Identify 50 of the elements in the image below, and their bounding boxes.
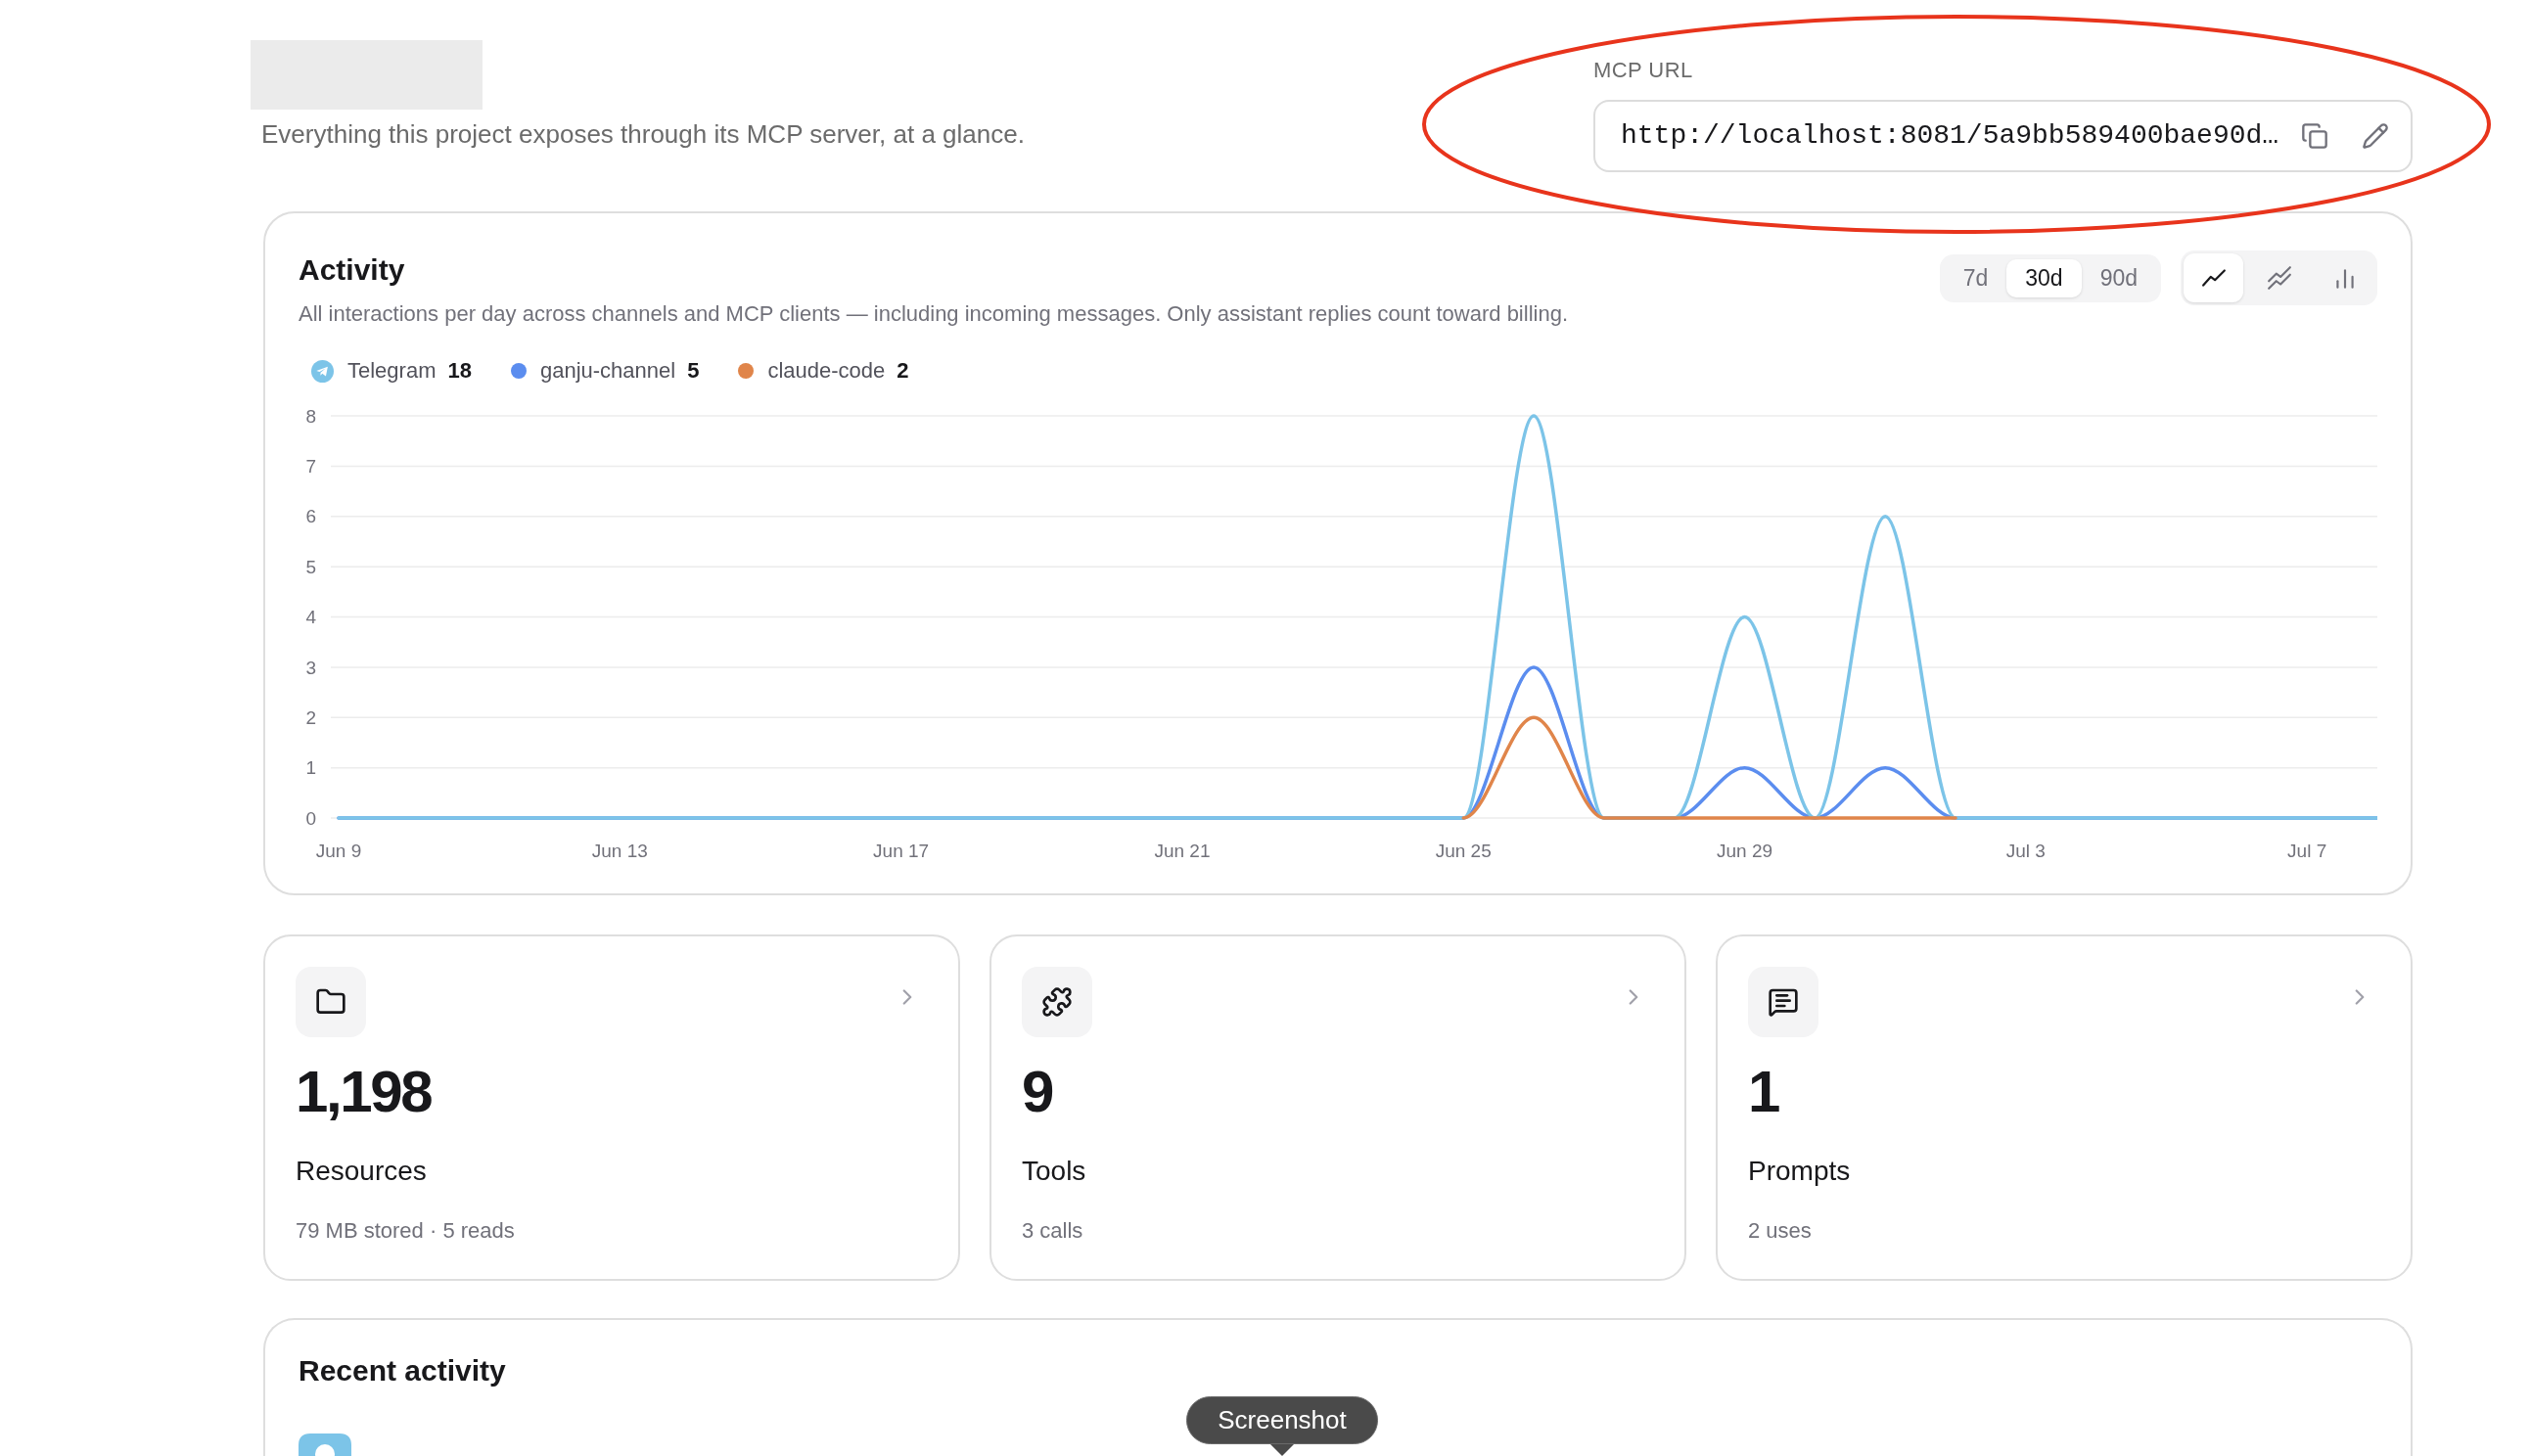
stat-detail: 2 uses — [1748, 1217, 1812, 1245]
stat-card[interactable]: 9 Tools 3 calls — [989, 934, 1686, 1281]
range-tab[interactable]: 7d — [1944, 258, 2007, 297]
stat-value: 1 — [1748, 1063, 1778, 1121]
x-axis-label: Jun 9 — [315, 840, 362, 861]
puzzle-icon — [1022, 967, 1092, 1037]
dual-line-icon — [2266, 265, 2292, 291]
url-field[interactable]: http://localhost:8081/5a9bb589400bae90d… — [1593, 100, 2413, 172]
x-axis-label: Jun 21 — [1154, 840, 1211, 861]
legend-label: Telegram — [347, 357, 437, 385]
card-description: All interactions per day across channels and MCP clients — including incoming messages. Only assistant replies count toward billing. — [299, 300, 1568, 328]
y-axis-label: 5 — [305, 556, 316, 577]
range-tab[interactable]: 90d — [2081, 258, 2156, 297]
y-axis-label: 7 — [305, 456, 316, 477]
stat-value: 1,198 — [296, 1063, 432, 1121]
y-axis-label: 4 — [305, 607, 316, 628]
stat-card[interactable]: 1 Prompts 2 uses — [1716, 934, 2413, 1281]
stat-detail: 3 calls — [1022, 1217, 1083, 1245]
legend-label: ganju-channel — [539, 357, 676, 385]
card-title: Recent activity — [299, 1353, 506, 1388]
x-axis-label: Jul 7 — [2287, 840, 2327, 861]
y-axis-label: 8 — [305, 405, 316, 427]
legend-count: 18 — [447, 357, 472, 385]
stat-detail: 79 MB stored · 5 reads — [296, 1217, 515, 1245]
page-subtitle: Everything this project exposes through its MCP server, at a glance. — [261, 119, 1025, 150]
y-axis-label: 1 — [305, 757, 316, 779]
stat-value: 9 — [1022, 1063, 1052, 1121]
x-axis-label: Jun 17 — [873, 840, 930, 861]
stat-card[interactable]: 1,198 Resources 79 MB stored · 5 reads — [263, 934, 960, 1281]
stat-label: Prompts — [1748, 1155, 1851, 1188]
y-axis-label: 0 — [305, 807, 316, 829]
message-icon — [1748, 967, 1818, 1037]
field-label: MCP URL — [1593, 59, 1694, 82]
tooltip: Screenshot — [1186, 1396, 1378, 1456]
x-axis-label: Jul 3 — [2005, 840, 2046, 861]
legend-count: 5 — [687, 357, 700, 385]
stat-label: Tools — [1022, 1155, 1086, 1188]
stat-label: Resources — [296, 1155, 427, 1188]
y-axis-label: 6 — [305, 506, 316, 527]
x-axis-label: Jun 29 — [1717, 840, 1773, 861]
y-axis-label: 2 — [305, 706, 316, 728]
card-title: Activity — [299, 252, 406, 288]
range-tab[interactable]: 30d — [2006, 258, 2082, 297]
y-axis-label: 3 — [305, 657, 316, 678]
x-axis-label: Jun 13 — [591, 840, 648, 861]
legend-count: 2 — [897, 357, 909, 385]
x-axis-label: Jun 25 — [1435, 840, 1492, 861]
folder-icon — [296, 967, 366, 1037]
chart-mode-button[interactable] — [2184, 253, 2243, 302]
legend-label: claude-code — [767, 357, 886, 385]
